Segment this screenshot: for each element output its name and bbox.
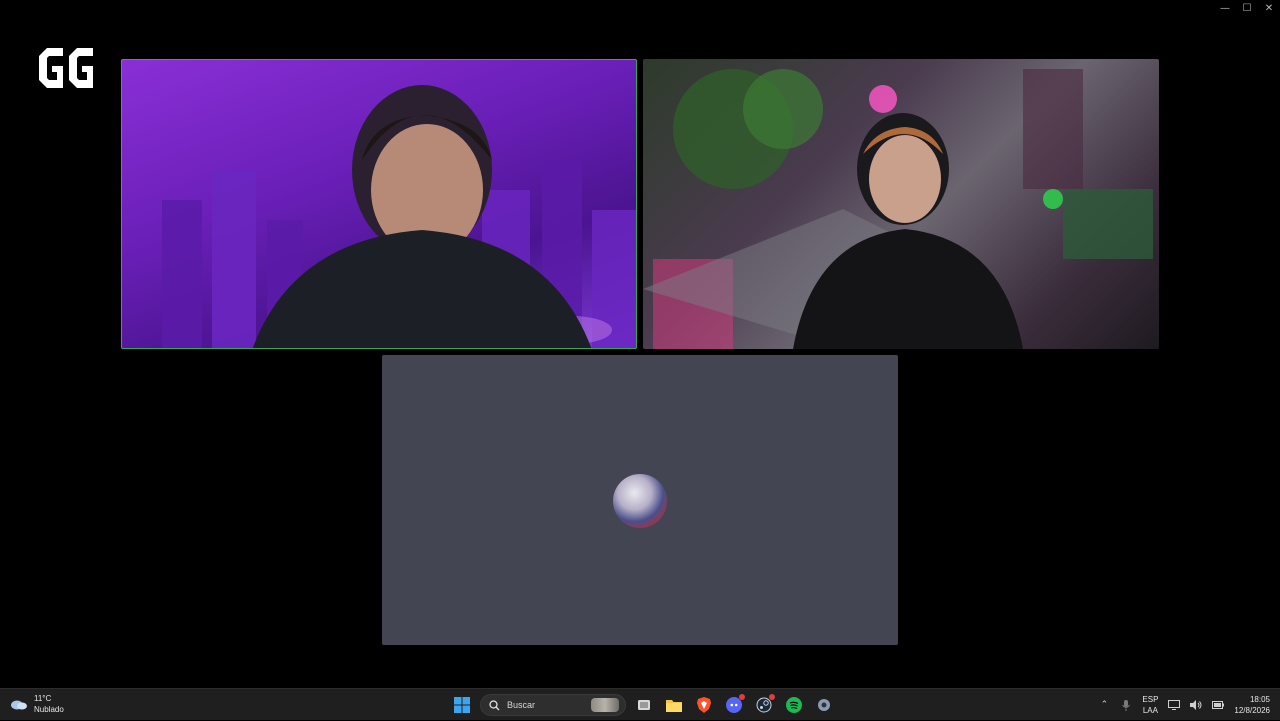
chevron-up-icon[interactable]: ⌃ — [1098, 699, 1110, 711]
notification-badge — [739, 694, 745, 700]
clock-date: 12/8/2026 — [1234, 705, 1270, 716]
taskbar: 11°C Nublado Buscar — [0, 688, 1280, 720]
file-explorer-button[interactable] — [662, 693, 686, 717]
microphone-icon[interactable] — [1120, 699, 1132, 711]
weather-condition: Nublado — [34, 704, 64, 715]
notification-badge — [769, 694, 775, 700]
weather-temp: 11°C — [34, 693, 64, 704]
language-code: ESP — [1142, 694, 1158, 705]
start-button[interactable] — [450, 693, 474, 717]
video-tile-participant-3[interactable] — [382, 355, 898, 645]
folder-icon — [666, 698, 682, 712]
discord-button[interactable] — [722, 693, 746, 717]
display-icon[interactable] — [1168, 699, 1180, 711]
close-button[interactable]: ✕ — [1258, 0, 1280, 16]
window-controls: — ☐ ✕ — [1214, 0, 1280, 16]
search-highlight-image — [591, 698, 619, 712]
webcam-feed-1 — [122, 60, 637, 349]
speaker-icon[interactable] — [1190, 699, 1202, 711]
language-indicator[interactable]: ESP LAA — [1142, 694, 1158, 716]
gg-logo — [37, 46, 95, 90]
search-icon — [489, 700, 500, 711]
brave-icon — [697, 697, 711, 713]
system-tray: ⌃ ESP LAA 18:05 12/8/2026 — [1098, 689, 1270, 721]
weather-widget[interactable]: 11°C Nublado — [10, 693, 64, 715]
windows-icon — [454, 697, 470, 713]
task-view-button[interactable] — [632, 693, 656, 717]
settings-button[interactable] — [812, 693, 836, 717]
participant-avatar — [613, 474, 667, 528]
battery-icon[interactable] — [1212, 699, 1224, 711]
minimize-button[interactable]: — — [1214, 0, 1236, 16]
steam-button[interactable] — [752, 693, 776, 717]
cloud-icon — [10, 698, 28, 710]
brave-browser-button[interactable] — [692, 693, 716, 717]
spotify-icon — [786, 697, 802, 713]
video-tile-participant-1[interactable] — [121, 59, 637, 349]
maximize-button[interactable]: ☐ — [1236, 0, 1258, 16]
clock-time: 18:05 — [1250, 694, 1270, 705]
spotify-button[interactable] — [782, 693, 806, 717]
video-tile-participant-2[interactable] — [643, 59, 1159, 349]
taskbar-search[interactable]: Buscar — [480, 694, 626, 716]
keyboard-layout: LAA — [1143, 705, 1158, 716]
task-view-icon — [637, 698, 651, 712]
search-placeholder: Buscar — [507, 700, 535, 710]
webcam-feed-2 — [643, 59, 1159, 349]
taskbar-apps: Buscar — [450, 692, 836, 718]
gear-icon — [816, 697, 832, 713]
clock[interactable]: 18:05 12/8/2026 — [1234, 694, 1270, 716]
